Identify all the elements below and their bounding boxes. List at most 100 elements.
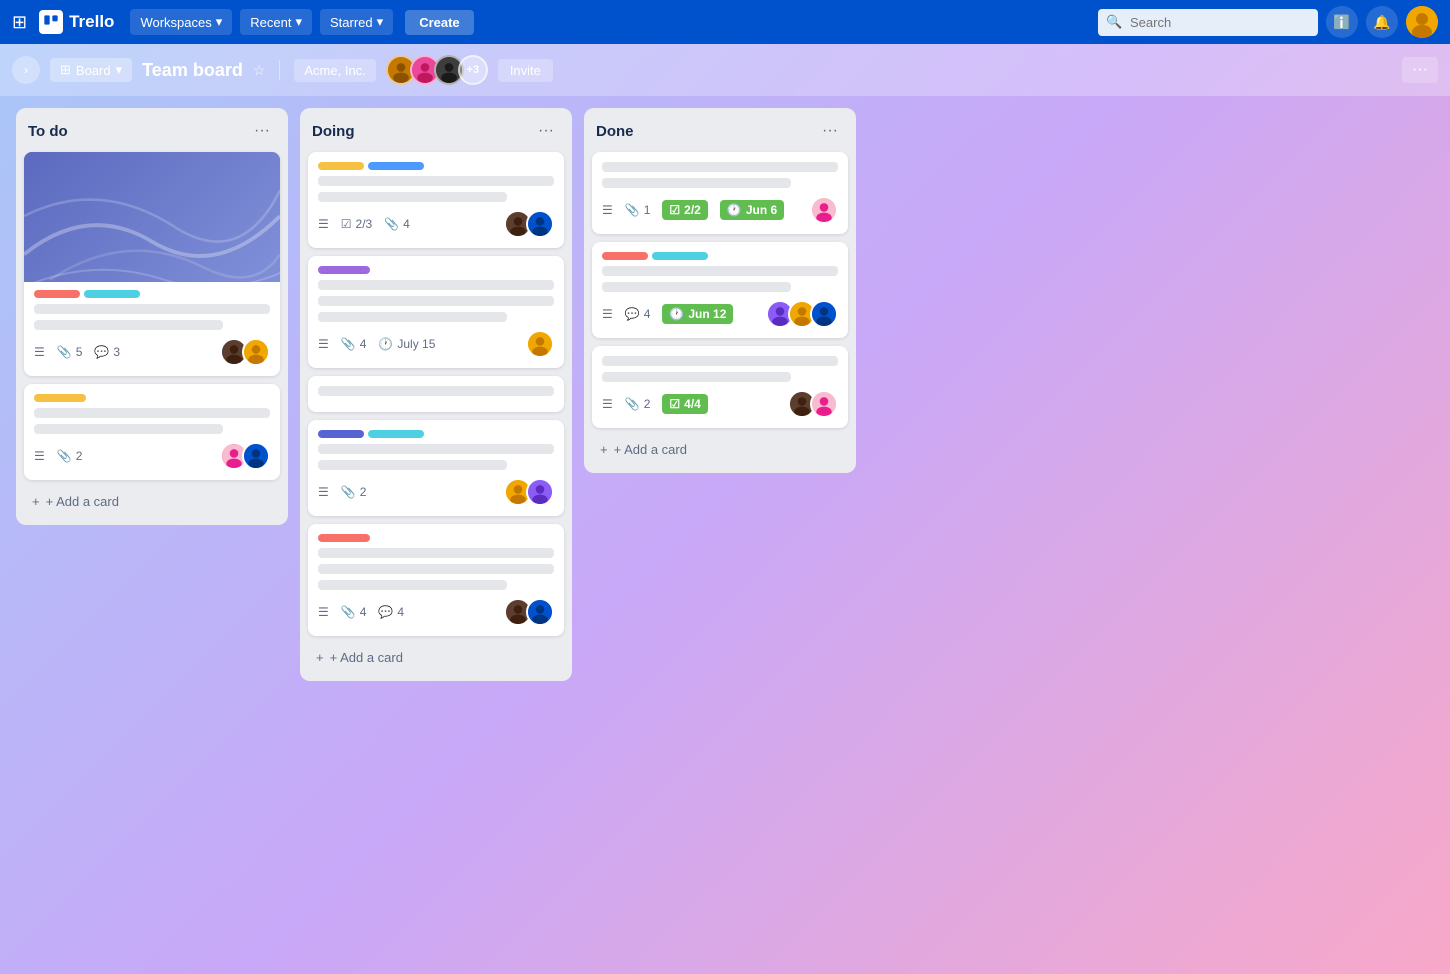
card-doing-4[interactable]: ☰ 📎 2 [308,420,564,516]
clock-icon: 🕐 [378,337,393,351]
attachment-icon: 📎 [341,485,356,499]
board-view-button[interactable]: ⊞ Board ▾ [50,58,132,82]
card-footer: ☰ ☑ 2/3 📎 4 [318,210,554,238]
label-indigo [318,430,364,438]
sidebar-toggle[interactable]: › [12,56,40,84]
description-icon-wrap: ☰ [602,397,613,411]
label-teal [368,430,424,438]
trello-logo-icon [39,10,63,34]
search-input[interactable] [1098,9,1318,36]
column-doing-menu[interactable]: ··· [532,120,560,142]
workspace-chip[interactable]: Acme, Inc. [294,59,375,82]
user-avatar[interactable] [1406,6,1438,38]
plus-icon: + [32,494,40,509]
add-card-done[interactable]: + + Add a card [592,436,848,463]
card-footer: ☰ 📎 1 ☑ 2/2 🕐 Jun 6 [602,196,838,224]
card-avatars [220,338,270,366]
add-card-todo[interactable]: + + Add a card [24,488,280,515]
attachment-number: 4 [403,217,410,231]
logo-text: Trello [69,12,114,32]
due-badge-text: Jun 12 [688,307,726,321]
card-avatar-2 [810,390,838,418]
plus-icon: + [600,442,608,457]
attachments-count: 📎 4 [341,337,367,351]
card-meta: ☰ ☑ 2/3 📎 4 [318,217,496,231]
search-wrap: 🔍 [1098,9,1318,36]
attachments-count: 📎 4 [384,217,410,231]
description-icon-wrap: ☰ [34,449,45,463]
card-text-line [602,356,838,366]
logo[interactable]: Trello [39,10,114,34]
due-badge-text: Jun 6 [746,203,777,217]
card-text-line [318,460,507,470]
card-text-line [34,320,223,330]
label-pink [318,534,370,542]
card-text-line [602,266,838,276]
due-date: 🕐 July 15 [378,337,435,351]
card-todo-1[interactable]: ☰ 📎 5 💬 3 [24,152,280,376]
starred-menu[interactable]: Starred ▾ [320,9,393,35]
more-button[interactable]: ··· [1402,57,1438,83]
column-done-title: Done [596,123,634,140]
attachment-number: 4 [360,605,367,619]
card-done-1[interactable]: ☰ 📎 1 ☑ 2/2 🕐 Jun 6 [592,152,848,234]
add-card-doing[interactable]: + + Add a card [308,644,564,671]
attachment-icon: 📎 [57,449,72,463]
card-labels [318,534,554,542]
comment-icon: 💬 [94,345,109,359]
card-done-2[interactable]: ☰ 💬 4 🕐 Jun 12 [592,242,848,338]
create-button[interactable]: Create [405,10,473,35]
card-labels [318,162,554,170]
star-button[interactable]: ☆ [253,62,266,79]
card-text-line [602,178,791,188]
card-doing-5[interactable]: ☰ 📎 4 💬 4 [308,524,564,636]
checklist-badge-text: 2/2 [684,203,701,217]
star-icon: ☆ [253,62,266,78]
member-count[interactable]: +3 [458,55,488,85]
card-avatar-2 [242,442,270,470]
description-icon-wrap: ☰ [34,345,45,359]
workspaces-menu[interactable]: Workspaces ▾ [130,9,232,35]
grid-icon[interactable]: ⊞ [12,12,27,33]
card-doing-3[interactable] [308,376,564,412]
card-doing-2[interactable]: ☰ 📎 4 🕐 July 15 [308,256,564,368]
card-done-3[interactable]: ☰ 📎 2 ☑ 4/4 [592,346,848,428]
recent-chevron: ▾ [295,14,302,30]
card-footer: ☰ 📎 2 ☑ 4/4 [602,390,838,418]
card-meta: ☰ 📎 2 [34,449,212,463]
card-todo-2[interactable]: ☰ 📎 2 [24,384,280,480]
card-text-line [318,580,507,590]
board-header: › ⊞ Board ▾ Team board ☆ Acme, Inc. [0,44,1450,96]
card-text-line [318,192,507,202]
description-icon-wrap: ☰ [318,217,329,231]
card-avatar-1 [526,330,554,358]
divider [279,60,280,80]
label-pink [602,252,648,260]
recent-menu[interactable]: Recent ▾ [240,9,312,35]
attachments-count: 📎 2 [625,397,651,411]
description-icon: ☰ [602,307,613,321]
clock-badge-icon: 🕐 [727,203,742,217]
column-done-menu[interactable]: ··· [816,120,844,142]
column-done: Done ··· ☰ 📎 1 ☑ 2/2 [584,108,856,473]
invite-button[interactable]: Invite [498,59,553,82]
column-todo: To do ··· ☰ 📎 5 [16,108,288,525]
navbar: ⊞ Trello Workspaces ▾ Recent ▾ Starred ▾… [0,0,1450,44]
card-doing-1[interactable]: ☰ ☑ 2/3 📎 4 [308,152,564,248]
attachment-number: 1 [644,203,651,217]
card-text-line [34,304,270,314]
due-date-text: July 15 [397,337,435,351]
view-chevron: ▾ [116,62,123,78]
checklist-badge-icon: ☑ [669,203,680,217]
comment-number: 4 [644,307,651,321]
description-icon-wrap: ☰ [318,605,329,619]
column-todo-menu[interactable]: ··· [248,120,276,142]
card-labels [318,430,554,438]
comments-count: 💬 4 [378,605,404,619]
notifications-button[interactable]: 🔔 [1366,6,1398,38]
card-meta: ☰ 📎 4 💬 4 [318,605,496,619]
card-avatars [526,330,554,358]
info-button[interactable]: ℹ️ [1326,6,1358,38]
card-avatars [810,196,838,224]
card-labels [34,290,270,298]
